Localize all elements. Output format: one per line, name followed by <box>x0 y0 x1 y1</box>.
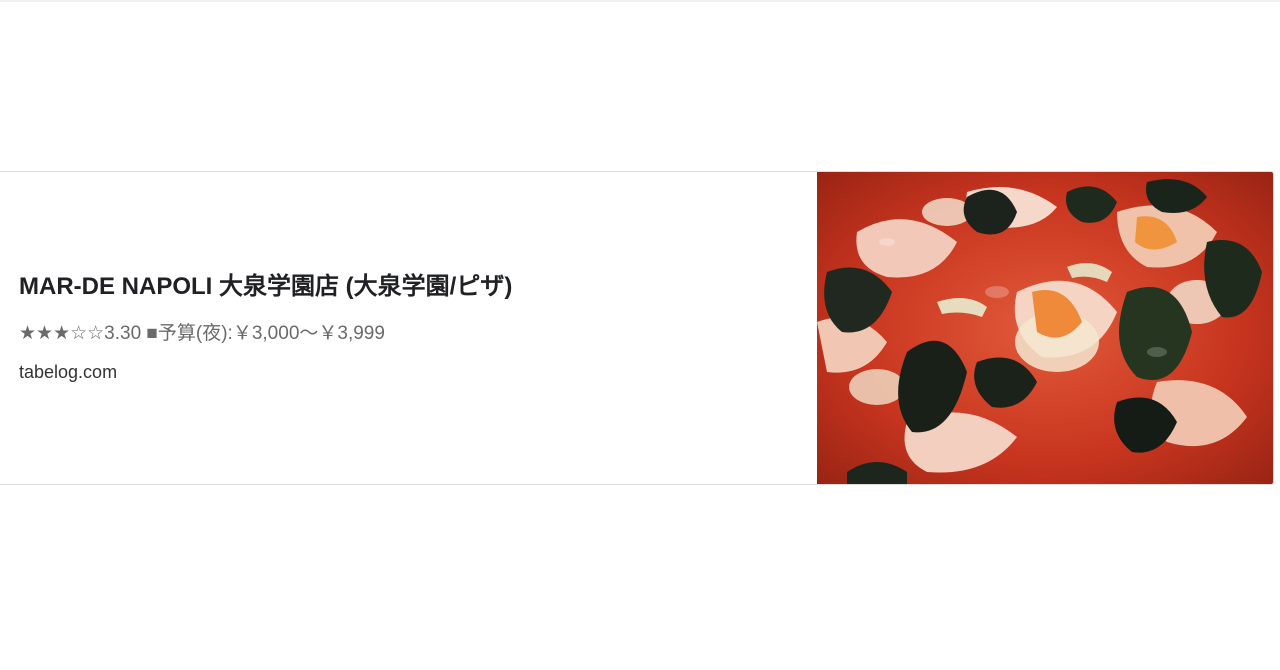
link-card-description: ★★★☆☆3.30 ■予算(夜):￥3,000～￥3,999 <box>19 322 385 344</box>
top-divider <box>0 0 1280 2</box>
link-card-title: MAR-DE NAPOLI 大泉学園店 (大泉学園/ピザ) <box>19 272 513 300</box>
link-card-domain: tabelog.com <box>19 361 118 382</box>
pizza-photo <box>817 172 1273 484</box>
link-preview-card[interactable]: MAR-DE NAPOLI 大泉学園店 (大泉学園/ピザ) ★★★☆☆3.30 … <box>0 171 1274 485</box>
link-card-thumbnail <box>817 172 1273 484</box>
link-card-text: MAR-DE NAPOLI 大泉学園店 (大泉学園/ピザ) ★★★☆☆3.30 … <box>0 172 817 484</box>
